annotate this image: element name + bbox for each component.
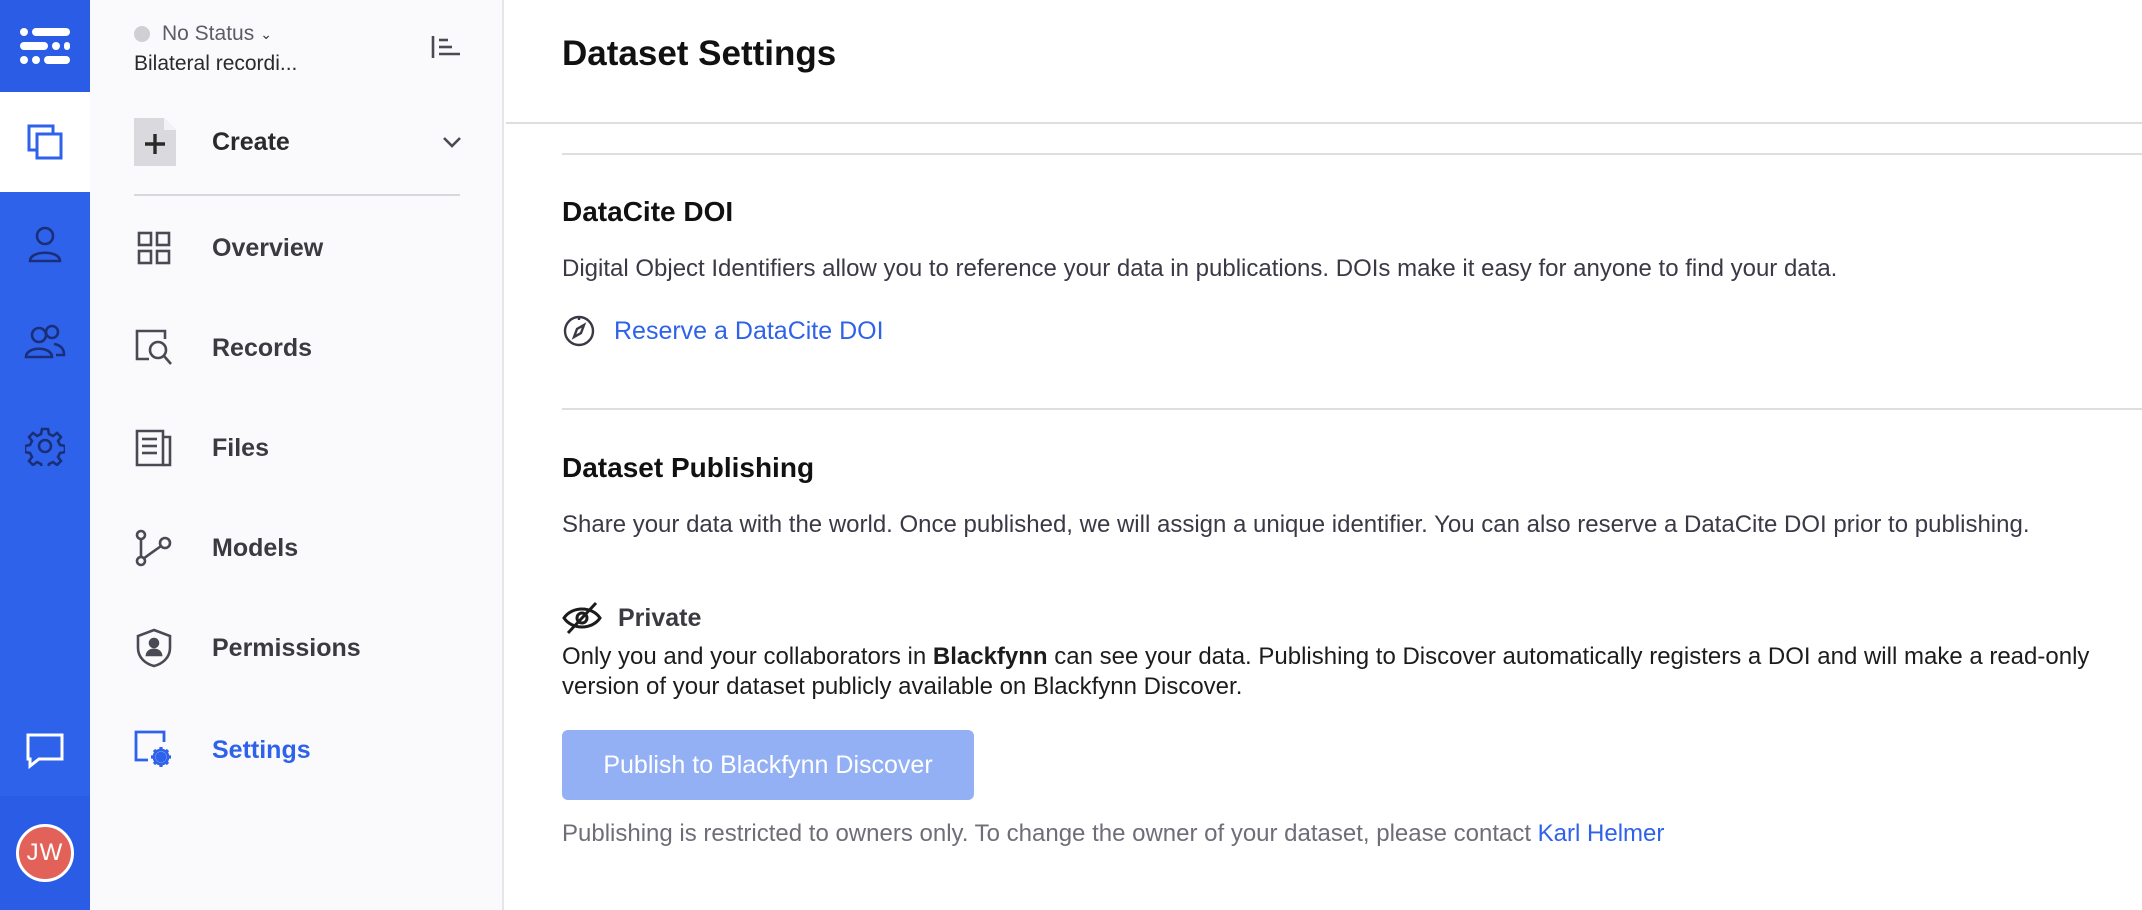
new-file-icon — [134, 118, 176, 166]
rail-teams[interactable] — [0, 292, 90, 392]
visibility-status: Private — [562, 600, 701, 636]
sidebar-item-label: Permissions — [212, 633, 361, 662]
rail-feedback[interactable] — [0, 700, 90, 800]
header-divider — [506, 122, 2142, 124]
doi-heading: DataCite DOI — [562, 196, 734, 227]
section-divider — [562, 153, 2142, 155]
records-search-icon — [134, 328, 174, 368]
settings-main: Dataset Settings DataCite DOI Digital Ob… — [506, 0, 2142, 910]
grid-icon — [134, 228, 174, 268]
sidebar-item-models[interactable]: Models — [134, 518, 464, 578]
sidebar-item-permissions[interactable]: Permissions — [134, 618, 464, 678]
publishing-heading: Dataset Publishing — [562, 452, 815, 483]
rail-profile[interactable] — [0, 194, 90, 294]
user-icon — [28, 226, 62, 263]
private-description: Only you and your collaborators in Black… — [562, 642, 2142, 702]
sidebar-item-label: Files — [212, 433, 269, 462]
page-title: Dataset Settings — [562, 34, 837, 73]
restriction-text: Publishing is restricted to owners only.… — [562, 820, 1538, 847]
status-dot-icon — [134, 26, 150, 42]
section-divider — [562, 408, 2142, 410]
rail-datasets[interactable] — [0, 92, 90, 192]
sidebar-item-settings[interactable]: Settings — [134, 720, 464, 780]
chat-icon — [26, 733, 64, 770]
dataset-sidebar: No Status ⌄ Bilateral recordi... Create — [90, 0, 504, 910]
shield-user-icon — [134, 628, 174, 668]
publish-button[interactable]: Publish to Blackfynn Discover — [562, 730, 974, 800]
models-graph-icon — [134, 528, 174, 568]
chevron-down-icon: ⌄ — [260, 25, 272, 42]
chevron-down-icon — [443, 137, 461, 148]
sidebar-item-records[interactable]: Records — [134, 318, 464, 378]
publishing-description: Share your data with the world. Once pub… — [562, 511, 2030, 538]
dataset-name: Bilateral recordi... — [134, 52, 298, 75]
visibility-label: Private — [618, 603, 702, 632]
org-name: Blackfynn — [932, 643, 1048, 670]
reserve-doi-link[interactable]: Reserve a DataCite DOI — [562, 314, 884, 348]
rail-settings[interactable] — [0, 396, 90, 496]
create-label: Create — [212, 127, 290, 156]
logo-icon — [20, 28, 70, 64]
blackfynn-logo[interactable] — [0, 0, 90, 92]
restriction-note: Publishing is restricted to owners only.… — [562, 820, 1664, 848]
compass-icon — [563, 315, 595, 347]
eye-off-icon — [562, 601, 602, 635]
rail-user[interactable]: JW — [0, 796, 90, 910]
avatar[interactable]: JW — [16, 824, 74, 882]
sidebar-item-label: Settings — [212, 735, 311, 764]
app-rail: JW — [0, 0, 90, 910]
owner-contact-link[interactable]: Karl Helmer — [1538, 820, 1665, 847]
sidebar-item-overview[interactable]: Overview — [134, 218, 464, 278]
team-icon — [24, 324, 66, 359]
divider — [134, 194, 460, 196]
sidebar-item-label: Records — [212, 333, 313, 362]
datasets-icon — [27, 124, 63, 160]
create-menu[interactable]: Create — [134, 116, 464, 168]
files-icon — [134, 428, 174, 468]
collapse-icon — [431, 36, 460, 58]
settings-icon — [134, 730, 174, 770]
sidebar-item-label: Overview — [212, 233, 324, 262]
reserve-doi-label: Reserve a DataCite DOI — [614, 316, 884, 345]
doi-description: Digital Object Identifiers allow you to … — [562, 255, 1838, 282]
gear-icon — [25, 427, 65, 466]
collapse-sidebar-button[interactable] — [430, 34, 462, 60]
status-dropdown[interactable]: No Status ⌄ — [134, 22, 272, 46]
sidebar-item-files[interactable]: Files — [134, 418, 464, 478]
status-label: No Status — [162, 22, 255, 45]
sidebar-item-label: Models — [212, 533, 299, 562]
private-desc-pre: Only you and your collaborators in — [562, 643, 933, 670]
